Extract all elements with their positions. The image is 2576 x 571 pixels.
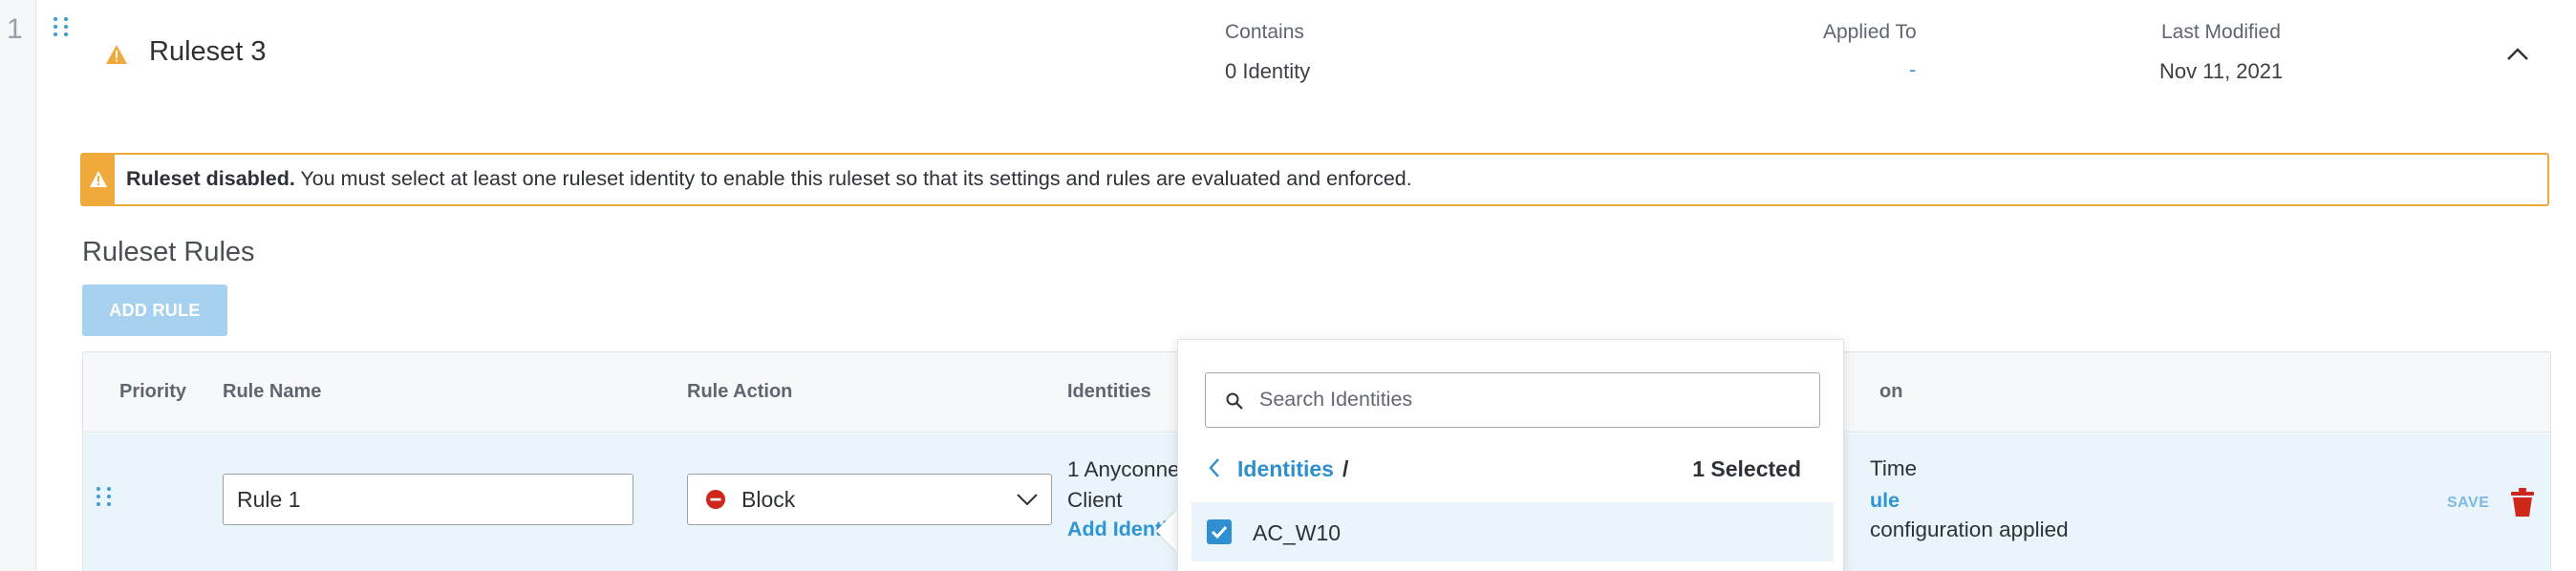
collapse-chevron-icon[interactable] [2505,42,2530,67]
rule-action-header: Rule Action [687,381,793,402]
search-icon [1226,392,1243,410]
trash-icon[interactable] [2510,487,2535,518]
alert-body-text: You must select at least one ruleset ide… [294,167,1412,190]
search-identities-input[interactable] [1259,373,1814,425]
breadcrumb-identities[interactable]: Identities [1237,456,1334,482]
ruleset-rules-title: Ruleset Rules [82,237,255,267]
applied-to-label: Applied To [1823,21,1917,43]
identities-header: Identities [1067,381,1151,402]
ruleset-editor: 1 Ruleset 3 Contains 0 Identity Applied … [0,0,2576,571]
checkbox-checked-icon[interactable] [1207,519,1232,544]
chevron-down-icon [1017,494,1038,506]
column-text-partial: Time [1870,456,1918,480]
rule-name-input[interactable] [223,474,633,525]
alert-icon-box [82,155,115,204]
identity-picker-popover: Identities / 1 Selected AC_W10 [1177,339,1844,571]
add-rule-button[interactable]: ADD RULE [82,285,227,336]
rule-name-header: Rule Name [223,381,322,402]
warning-icon [106,45,127,64]
priority-header: Priority [119,381,187,402]
rule-action-value: Block [741,487,796,512]
row-drag-handle-icon[interactable] [97,487,112,506]
row-number: 1 [7,13,23,45]
column-status-partial: configuration applied [1870,518,2069,541]
ruleset-disabled-alert: Ruleset disabled. You must select at lea… [80,153,2549,206]
alert-message: Ruleset disabled. You must select at lea… [126,167,1412,191]
alert-warning-icon [90,171,107,187]
popover-arrow [1156,510,1177,552]
identity-option-label: AC_W10 [1253,520,1342,545]
last-modified-value: Nov 11, 2021 [2159,59,2284,83]
contains-label: Contains [1225,21,1304,43]
row-number-gutter: 1 [0,0,36,571]
chevron-left-icon[interactable] [1207,456,1222,479]
last-modified-label: Last Modified [2161,21,2281,43]
block-icon [706,490,725,509]
rule-action-select[interactable]: Block [687,474,1052,525]
save-button[interactable]: SAVE [2447,495,2489,512]
ruleset-title: Ruleset 3 [149,36,267,67]
column-header-partial: on [1879,381,1903,402]
search-box[interactable] [1205,372,1820,428]
applied-to-value[interactable]: - [1909,57,1916,82]
breadcrumb-separator: / [1342,456,1349,481]
selected-count: 1 Selected [1692,456,1801,481]
identity-option[interactable]: AC_W10 [1191,502,1834,561]
drag-handle-icon[interactable] [54,17,69,42]
column-link-partial[interactable]: ule [1870,489,1900,513]
contains-value: 0 Identity [1225,59,1311,83]
alert-bold-text: Ruleset disabled. [126,167,295,190]
